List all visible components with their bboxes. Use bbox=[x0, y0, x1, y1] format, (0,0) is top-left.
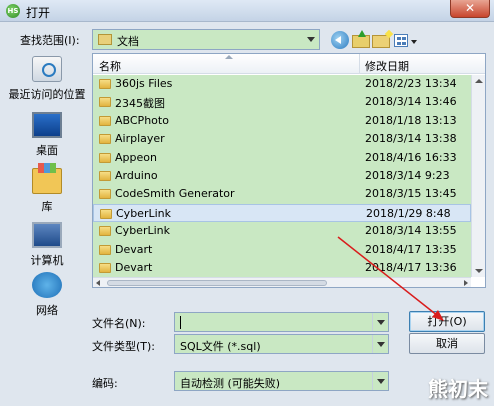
watermark-text: 熊初末 bbox=[428, 377, 488, 401]
annotation-arrow bbox=[337, 236, 444, 321]
